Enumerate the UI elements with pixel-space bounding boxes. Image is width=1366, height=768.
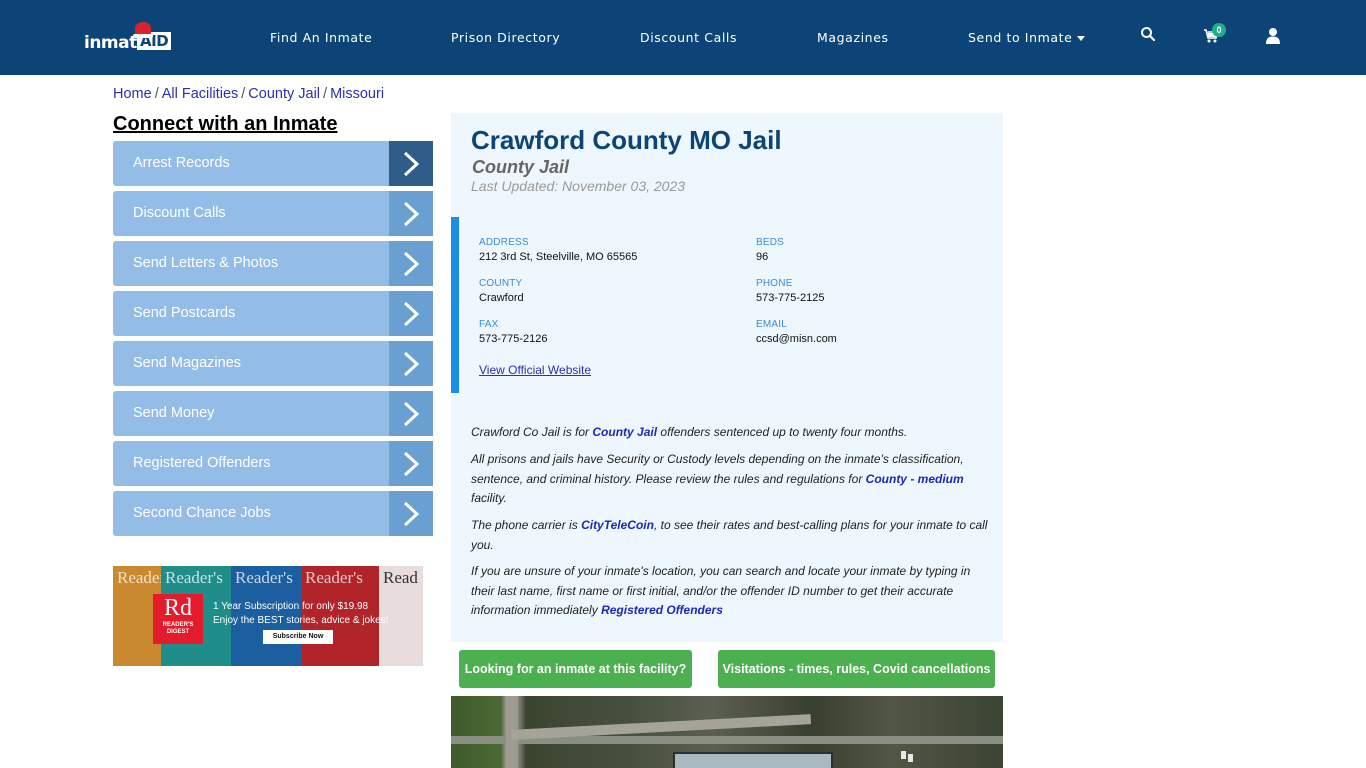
breadcrumb-county-jail[interactable]: County Jail [248,86,320,102]
subscribe-now-button[interactable]: Subscribe Now [263,630,333,644]
menu-send-letters-photos[interactable]: Send Letters & Photos [113,241,433,286]
accent-bar [451,217,459,393]
last-updated: Last Updated: November 03, 2023 [471,178,686,194]
breadcrumb-separator: / [154,86,159,102]
map-car [908,754,913,762]
breadcrumb-separator: / [323,86,328,102]
readers-digest-ad[interactable]: Reader's Reader's Reader's Reader's Read… [113,566,423,666]
address-label: ADDRESS [479,237,529,248]
santa-hat-icon [133,22,153,38]
menu-item-label: Send Postcards [133,305,236,321]
chevron-right-icon [389,291,433,336]
menu-send-money[interactable]: Send Money [113,391,433,436]
site-header: inmate AID Find An Inmate Prison Directo… [0,0,1366,75]
email-label: EMAIL [756,319,788,330]
menu-item-label: Registered Offenders [133,455,271,471]
description-paragraph: The phone carrier is CityTeleCoin, to se… [471,518,988,552]
chevron-right-icon [389,341,433,386]
menu-discount-calls[interactable]: Discount Calls [113,191,433,236]
fax-value: 573-775-2126 [479,333,548,345]
cart-count-badge: 0 [1212,23,1226,37]
chevron-right-icon [389,491,433,536]
caret-down-icon [1077,36,1086,41]
nav-send-to-inmate-label: Send to Inmate [968,30,1073,45]
ad-offer-text: 1 Year Subscription for only $19.98 [213,601,369,612]
ad-tagline: Enjoy the BEST stories, advice & jokes! [213,615,389,626]
menu-item-label: Discount Calls [133,205,226,221]
menu-arrest-records[interactable]: Arrest Records [113,141,433,186]
description-paragraph: If you are unsure of your inmate's locat… [471,564,971,617]
nav-send-to-inmate[interactable]: Send to Inmate [968,30,1086,45]
beds-label: BEDS [756,237,785,248]
menu-item-label: Send Letters & Photos [133,255,279,271]
nav-prison-directory[interactable]: Prison Directory [451,30,560,45]
facility-title: Crawford County MO Jail [471,125,782,155]
chevron-right-icon [389,191,433,236]
user-icon[interactable] [1266,27,1286,47]
connect-menu: Arrest Records Discount Calls Send Lette… [113,141,433,541]
inmateaid-logo[interactable]: inmate AID [84,22,180,56]
county-jail-link[interactable]: County Jail [592,425,657,439]
chevron-right-icon [389,241,433,286]
map-building [673,752,833,768]
menu-send-postcards[interactable]: Send Postcards [113,291,433,336]
breadcrumb-missouri[interactable]: Missouri [330,86,384,102]
menu-second-chance-jobs[interactable]: Second Chance Jobs [113,491,433,536]
menu-item-label: Arrest Records [133,155,230,171]
registered-offenders-link[interactable]: Registered Offenders [601,603,723,617]
breadcrumb-home[interactable]: Home [113,86,152,102]
citytelecoin-link[interactable]: CityTeleCoin [581,518,654,532]
view-official-website-link[interactable]: View Official Website [479,363,591,377]
menu-registered-offenders[interactable]: Registered Offenders [113,441,433,486]
facility-details: ADDRESS 212 3rd St, Steelville, MO 65565… [451,217,1003,393]
phone-value: 573-775-2125 [756,292,825,304]
fax-label: FAX [479,319,499,330]
breadcrumb-separator: / [241,86,246,102]
map-road [510,714,812,740]
chevron-right-icon [389,441,433,486]
phone-label: PHONE [756,278,793,289]
county-value: Crawford [479,292,524,304]
nav-magazines[interactable]: Magazines [817,30,889,45]
menu-send-magazines[interactable]: Send Magazines [113,341,433,386]
map-car [901,751,906,759]
address-value: 212 3rd St, Steelville, MO 65565 [479,251,638,263]
menu-item-label: Second Chance Jobs [133,505,271,521]
nav-find-an-inmate[interactable]: Find An Inmate [270,30,372,45]
description-paragraph: Crawford Co Jail is for County Jail offe… [471,425,908,439]
menu-item-label: Send Magazines [133,355,242,371]
search-icon[interactable] [1140,26,1160,46]
nav-discount-calls[interactable]: Discount Calls [640,30,737,45]
breadcrumb-all-facilities[interactable]: All Facilities [162,86,239,102]
chevron-right-icon [389,141,433,186]
facility-type: County Jail [472,157,570,177]
description-paragraph: All prisons and jails have Security or C… [471,452,964,505]
facility-aerial-map[interactable] [451,696,1003,768]
beds-value: 96 [756,251,769,263]
chevron-right-icon [389,391,433,436]
readers-digest-logo: Rd READER'S DIGEST [153,594,203,644]
breadcrumb: Home / All Facilities / County Jail / Missouri [113,86,384,102]
connect-with-inmate-heading: Connect with an Inmate [113,113,338,135]
find-inmate-at-facility-button[interactable]: Looking for an inmate at this facility? [459,650,692,688]
county-medium-link[interactable]: County - medium [866,472,964,486]
county-label: COUNTY [479,278,523,289]
menu-item-label: Send Money [133,405,215,421]
email-value: ccsd@misn.com [756,333,837,345]
visitations-button[interactable]: Visitations - times, rules, Covid cancel… [718,650,995,688]
